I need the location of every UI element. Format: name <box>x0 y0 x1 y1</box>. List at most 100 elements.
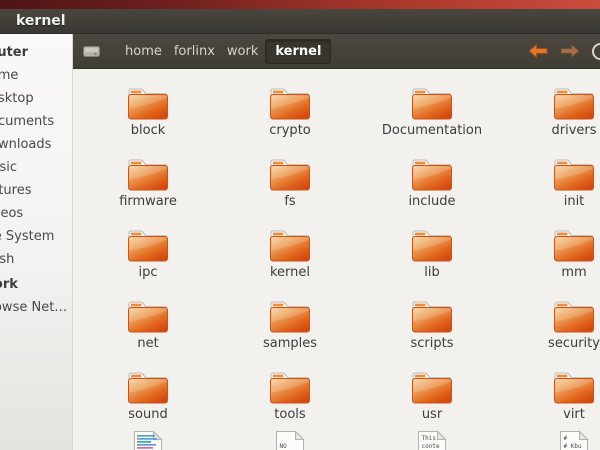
file-item[interactable]: ## Kbu <box>503 440 600 450</box>
sidebar-item[interactable]: Browse Net… <box>0 296 72 319</box>
folder-item[interactable]: crypto <box>219 85 361 156</box>
folder-item[interactable]: samples <box>219 298 361 369</box>
svg-text:#: # <box>564 435 568 442</box>
forward-button[interactable] <box>560 44 580 58</box>
folder-item[interactable]: drivers <box>503 85 600 156</box>
file-item[interactable]: Thisconte <box>361 440 503 450</box>
breadcrumb-item[interactable]: kernel <box>265 39 331 64</box>
sidebar-item[interactable]: Pictures <box>0 179 72 202</box>
folder-icon <box>410 227 454 263</box>
folder-label: samples <box>263 336 317 351</box>
forward-icon <box>560 44 580 58</box>
file-view: block crypto Documentation drivers firmw… <box>73 69 600 450</box>
folder-label: lib <box>424 265 439 280</box>
file-grid: block crypto Documentation drivers firmw… <box>73 69 600 450</box>
folder-item[interactable]: mm <box>503 227 600 298</box>
folder-item[interactable]: lib <box>361 227 503 298</box>
folder-label: tools <box>274 407 305 422</box>
pathbar-toolbar: homeforlinxworkkernel <box>73 34 600 69</box>
folder-icon <box>126 298 170 334</box>
breadcrumb-item[interactable]: forlinx <box>169 41 220 62</box>
svg-text:This: This <box>422 435 437 442</box>
sidebar-item[interactable]: Trash <box>0 248 72 271</box>
folder-icon <box>268 156 312 192</box>
folder-label: net <box>137 336 158 351</box>
sidebar-item[interactable]: Documents <box>0 110 72 133</box>
folder-icon <box>552 298 596 334</box>
folder-item[interactable]: block <box>77 85 219 156</box>
folder-icon <box>552 227 596 263</box>
drive-icon[interactable] <box>83 45 100 58</box>
folder-label: scripts <box>411 336 454 351</box>
sidebar-item[interactable]: Music <box>0 156 72 179</box>
folder-item[interactable]: scripts <box>361 298 503 369</box>
folder-icon <box>552 369 596 405</box>
file-item[interactable]: NO <box>219 440 361 450</box>
folder-label: sound <box>128 407 167 422</box>
folder-item[interactable]: include <box>361 156 503 227</box>
sidebar-list: ComputerHomeDesktopDocumentsDownloadsMus… <box>0 34 72 319</box>
sidebar-item[interactable]: Home <box>0 64 72 87</box>
folder-icon <box>410 369 454 405</box>
folder-item[interactable]: net <box>77 298 219 369</box>
folder-label: ipc <box>138 265 157 280</box>
places-sidebar: ComputerHomeDesktopDocumentsDownloadsMus… <box>0 34 73 450</box>
folder-icon <box>268 85 312 121</box>
file-icon: ## Kbu <box>559 430 589 450</box>
folder-icon <box>126 156 170 192</box>
folder-item[interactable]: init <box>503 156 600 227</box>
folder-icon <box>126 85 170 121</box>
folder-icon <box>268 369 312 405</box>
folder-label: kernel <box>270 265 310 280</box>
folder-icon <box>268 227 312 263</box>
folder-label: drivers <box>551 123 596 138</box>
folder-label: mm <box>561 265 586 280</box>
svg-text:NO: NO <box>280 443 288 450</box>
folder-label: virt <box>563 407 585 422</box>
file-icon: NO <box>275 430 305 450</box>
window-titlebar[interactable]: kernel <box>0 9 600 34</box>
folder-item[interactable]: fs <box>219 156 361 227</box>
folder-label: firmware <box>119 194 177 209</box>
sidebar-section-header: Computer <box>0 41 72 64</box>
breadcrumb-item[interactable]: home <box>120 41 167 62</box>
folder-icon <box>268 298 312 334</box>
sidebar-item[interactable]: File System <box>0 225 72 248</box>
file-item[interactable] <box>77 440 219 450</box>
folder-icon <box>410 156 454 192</box>
svg-text:# Kbu: # Kbu <box>564 443 582 450</box>
folder-label: usr <box>422 407 442 422</box>
folder-label: security <box>548 336 600 351</box>
folder-item[interactable]: ipc <box>77 227 219 298</box>
folder-label: crypto <box>269 123 311 138</box>
window-title: kernel <box>0 13 66 29</box>
search-icon[interactable] <box>592 43 600 60</box>
folder-label: include <box>408 194 455 209</box>
sidebar-item[interactable]: Desktop <box>0 87 72 110</box>
screen: kernel ComputerHomeDesktopDocumentsDownl… <box>0 0 600 450</box>
folder-item[interactable]: firmware <box>77 156 219 227</box>
folder-icon <box>552 85 596 121</box>
folder-icon <box>410 85 454 121</box>
file-icon <box>133 430 163 450</box>
folder-label: fs <box>284 194 295 209</box>
folder-label: Documentation <box>382 123 482 138</box>
folder-label: init <box>564 194 585 209</box>
sidebar-item[interactable]: Downloads <box>0 133 72 156</box>
folder-icon <box>552 156 596 192</box>
back-button[interactable] <box>528 44 548 58</box>
folder-item[interactable]: security <box>503 298 600 369</box>
folder-label: block <box>131 123 166 138</box>
breadcrumb-item[interactable]: work <box>222 41 263 62</box>
folder-item[interactable]: kernel <box>219 227 361 298</box>
file-icon: Thisconte <box>417 430 447 450</box>
svg-text:conte: conte <box>422 443 440 450</box>
folder-icon <box>126 369 170 405</box>
sidebar-item[interactable]: Videos <box>0 202 72 225</box>
folder-item[interactable]: Documentation <box>361 85 503 156</box>
folder-icon <box>126 227 170 263</box>
desktop-background-strip <box>0 0 600 9</box>
sidebar-section-header: Network <box>0 273 72 296</box>
breadcrumb-bar: homeforlinxworkkernel <box>120 39 331 64</box>
back-icon <box>528 44 548 58</box>
